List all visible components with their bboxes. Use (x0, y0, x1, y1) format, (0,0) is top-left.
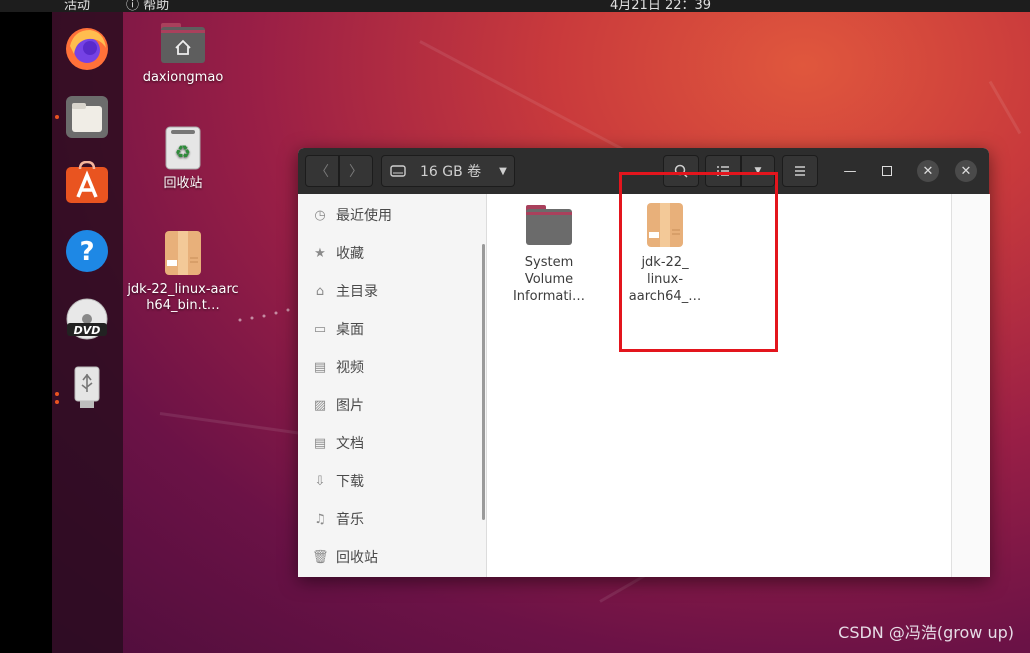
file-item-system-volume[interactable]: System Volume Informati… (499, 204, 599, 305)
download-icon: ⇩ (314, 473, 326, 489)
svg-text:?: ? (79, 237, 94, 267)
desktop-home-folder[interactable]: daxiongmao (133, 22, 233, 86)
background-window-edge (951, 194, 990, 577)
dock: ? DVD (52, 12, 123, 653)
sidebar-scrollbar[interactable] (482, 244, 485, 520)
sidebar-item-label: 下载 (336, 474, 364, 490)
sidebar-item-label: 回收站 (336, 550, 378, 566)
sidebar-item-label: 文档 (336, 436, 364, 452)
back-button[interactable]: 〈 (305, 155, 339, 187)
dock-usb[interactable] (64, 364, 110, 410)
trash-icon: ♻ (165, 126, 201, 170)
file-item-label: System Volume Informati… (512, 255, 586, 304)
home-icon: ⌂ (315, 283, 325, 299)
location-button[interactable]: 16 GB 卷 ▼ (381, 155, 515, 187)
sidebar-item-pictures[interactable]: ▨ 图片 (298, 386, 484, 424)
close-icon: ✕ (922, 163, 934, 179)
firefox-icon (66, 28, 108, 70)
highlight-annotation-box (619, 172, 778, 352)
sidebar-item-label: 主目录 (336, 284, 378, 300)
watermark: CSDN @冯浩(grow up) (838, 623, 1014, 642)
maximize-button[interactable] (876, 160, 898, 182)
sidebar-item-label: 收藏 (336, 246, 364, 262)
sidebar-item-starred[interactable]: ★ 收藏 (298, 234, 484, 272)
help-menu[interactable]: ⓘ 帮助 (126, 0, 169, 12)
folder-icon (526, 205, 572, 245)
screen-edge (0, 12, 52, 653)
sidebar-item-documents[interactable]: ▤ 文档 (298, 424, 484, 462)
music-icon: ♫ (314, 511, 326, 527)
sidebar-item-music[interactable]: ♫ 音乐 (298, 500, 484, 538)
close-icon: ✕ (960, 163, 972, 179)
dock-files[interactable] (64, 94, 110, 140)
caret-down-icon: ▼ (499, 165, 507, 177)
minimize-icon: — (843, 163, 857, 179)
svg-text:♻: ♻ (175, 142, 191, 163)
clock[interactable]: 4月21日 22：39 (610, 0, 711, 12)
running-indicator (55, 400, 59, 404)
software-center-icon (66, 161, 108, 203)
wallpaper-line (988, 80, 1022, 135)
minimize-button[interactable]: — (839, 160, 861, 182)
close-button[interactable]: ✕ (917, 160, 939, 182)
picture-icon: ▨ (313, 397, 327, 413)
chevron-right-icon: 〉 (349, 164, 363, 180)
sidebar-item-desktop[interactable]: ▭ 桌面 (298, 310, 484, 348)
desktop-icon: ▭ (313, 321, 327, 337)
desktop-trash[interactable]: ♻ 回收站 (145, 126, 221, 192)
desktop-trash-label: 回收站 (163, 176, 203, 191)
sidebar: ◷ 最近使用 ★ 收藏 ⌂ 主目录 ▭ 桌面 ▤ 视频 ▨ 图片 ▤ 文档 ⇩ (298, 194, 487, 577)
sidebar-item-label: 图片 (336, 398, 364, 414)
maximize-icon (882, 166, 892, 176)
svg-text:DVD: DVD (74, 324, 101, 337)
chevron-left-icon: 〈 (315, 164, 329, 180)
desktop-jdk-label: jdk-22_linux-aarch64_bin.t… (127, 282, 239, 313)
sidebar-item-downloads[interactable]: ⇩ 下载 (298, 462, 484, 500)
location-label: 16 GB 卷 (420, 164, 482, 180)
clock-icon: ◷ (314, 207, 326, 223)
close-button-secondary[interactable]: ✕ (955, 160, 977, 182)
sidebar-item-videos[interactable]: ▤ 视频 (298, 348, 484, 386)
dock-help[interactable]: ? (64, 228, 110, 274)
home-folder-icon (161, 23, 205, 63)
sidebar-item-label: 音乐 (336, 512, 364, 528)
archive-icon (165, 231, 201, 275)
menu-button[interactable] (782, 155, 818, 187)
sidebar-item-recent[interactable]: ◷ 最近使用 (298, 196, 484, 234)
video-icon: ▤ (313, 359, 327, 375)
sidebar-item-label: 视频 (336, 360, 364, 376)
running-indicator (55, 392, 59, 396)
running-indicator (55, 115, 59, 119)
desktop-home-label: daxiongmao (142, 70, 224, 85)
help-menu-label: 帮助 (143, 0, 170, 12)
dotted-trail (238, 308, 290, 322)
document-icon: ▤ (313, 435, 327, 451)
help-icon: ? (66, 230, 108, 272)
star-icon: ★ (314, 245, 326, 261)
forward-button[interactable]: 〉 (339, 155, 373, 187)
trash-icon: 🗑 (312, 549, 329, 565)
hamburger-icon (795, 166, 805, 176)
dvd-icon: DVD (66, 298, 108, 340)
activities-button[interactable]: 活动 (64, 0, 90, 12)
sidebar-item-trash[interactable]: 🗑 回收站 (298, 538, 484, 576)
desktop-jdk-archive[interactable]: jdk-22_linux-aarch64_bin.t… (127, 230, 239, 314)
sidebar-item-label: 最近使用 (336, 208, 392, 224)
sidebar-item-label: 桌面 (336, 322, 364, 338)
folder-icon (66, 96, 108, 138)
top-bar: 活动 ⓘ 帮助 4月21日 22：39 (0, 0, 1030, 12)
dock-software[interactable] (64, 160, 110, 206)
dock-firefox[interactable] (64, 26, 110, 72)
drive-icon (390, 165, 406, 177)
sidebar-item-home[interactable]: ⌂ 主目录 (298, 272, 484, 310)
dock-dvd[interactable]: DVD (64, 296, 110, 342)
usb-drive-icon (74, 366, 100, 408)
